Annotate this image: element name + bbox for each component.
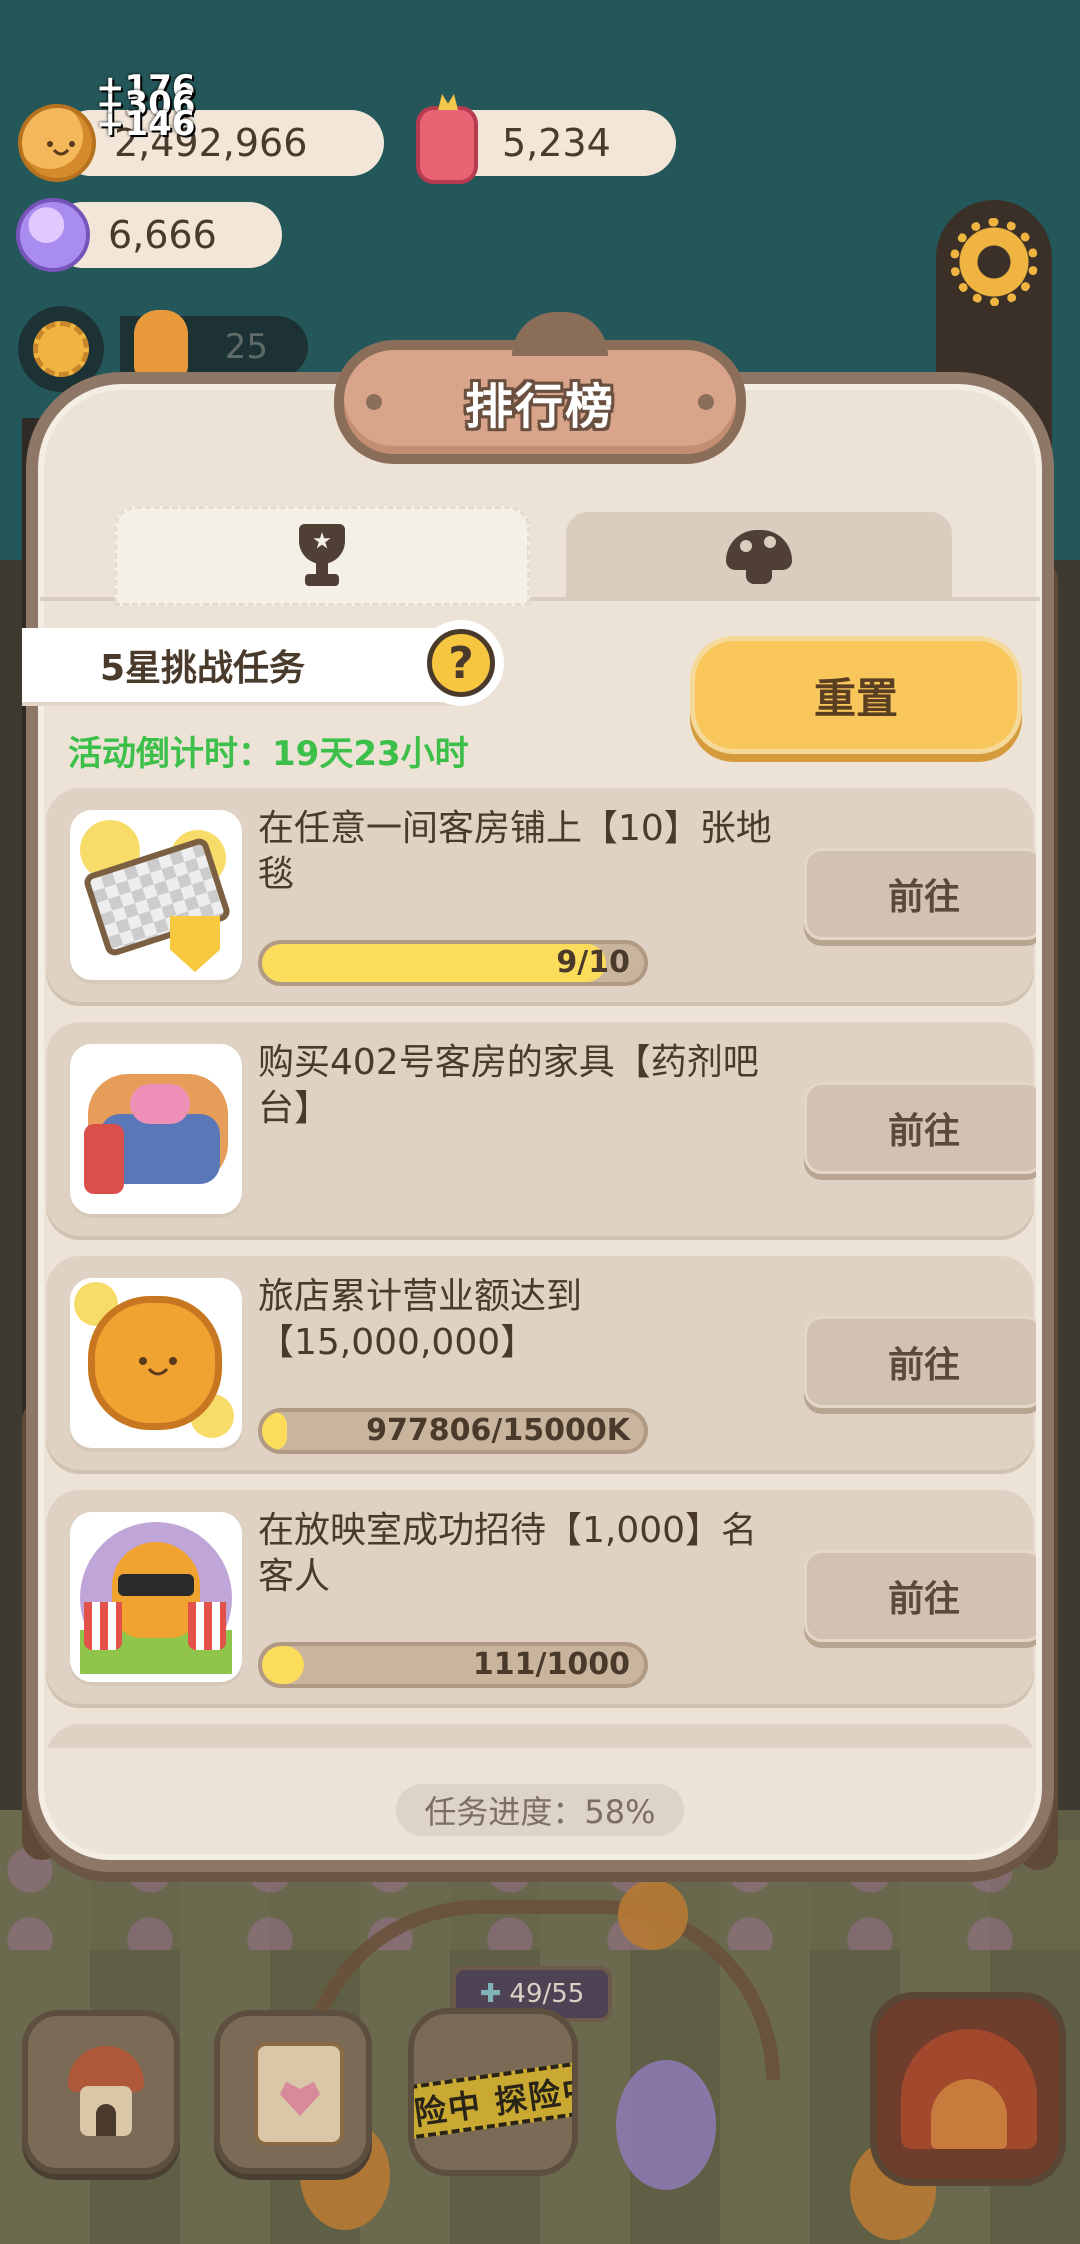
candy-icon [16,198,90,272]
notebook-icon [254,2042,344,2146]
task-progress-bar: 9/10 [258,940,648,986]
cake-icon [416,106,478,184]
task-progress-text: 977806/15000K [366,1413,630,1448]
task-title: 在放映室成功招待【1,000】名客人 [258,1510,758,1597]
question-mark-icon: ? [427,629,495,697]
task-title: 购买402号客房的家具【药剂吧台】 [258,1042,759,1129]
staff-icon [134,310,188,380]
task-progress-fill [262,1412,287,1450]
task-progress-fill [262,1646,305,1684]
plaque-rivet [366,394,382,410]
go-button[interactable]: 前往 [804,1550,1036,1642]
reset-button[interactable]: 重置 [690,636,1022,754]
modal-title-plaque: 排行榜 [334,312,746,464]
trophy-icon [287,524,357,588]
event-countdown: 活动倒计时：19天23小时 [68,734,469,774]
candy-amount: 6,666 [108,213,217,257]
challenge-title: 5星挑战任务 [100,648,306,689]
help-button[interactable]: ? [418,620,504,706]
sun-icon [33,321,89,377]
task-progress-text: 111/1000 [472,1647,630,1682]
go-button[interactable]: 前往 [804,1316,1036,1408]
gear-icon[interactable] [950,218,1038,306]
task-card: 在放映室成功招待【1,000】名客人 111/1000 前往 [46,1490,1036,1708]
mushroom-house-icon [68,2046,144,2142]
nav-theater-button[interactable] [870,1992,1066,2186]
task-card: 在任意一间客房铺上【10】张地毯 9/10 前往 [46,788,1036,1006]
staff-counter[interactable]: 25 [120,310,308,380]
go-button[interactable]: 前往 [804,1082,1036,1174]
coin-gain-text: +146 [96,104,196,144]
overall-task-progress: 任务进度：58% [396,1784,684,1836]
modal-title: 排行榜 [464,379,615,435]
plaque-rivet [698,394,714,410]
task-title: 在任意一间客房铺上【10】张地毯 [258,808,772,895]
plus-icon: ✚ [479,1979,502,2009]
nav-explore-button[interactable]: 险中 探险中 [408,2008,578,2176]
potion-bar-icon [70,1044,242,1214]
staff-count: 25 [224,327,268,367]
tab-mushroom[interactable] [566,512,952,600]
go-button[interactable]: 前往 [804,848,1036,940]
cinema-icon [70,1512,242,1682]
nav-home-button[interactable] [22,2010,180,2174]
nav-notebook-button[interactable] [214,2010,372,2174]
cookie-coin-icon [18,104,96,182]
task-title: 旅店累计营业额达到【15,000,000】 [258,1276,583,1363]
task-progress-text: 9/10 [556,945,630,980]
task-card: 购买402号客房的家具【药剂吧台】 前往 [46,1022,1036,1240]
task-progress-bar: 977806/15000K [258,1408,648,1454]
energy-amount: 49/55 [509,1979,585,2009]
coin-cookie-icon [70,1278,242,1448]
task-card: 旅店累计营业额达到【15,000,000】 977806/15000K 前往 [46,1256,1036,1474]
guest-character [618,1880,688,1950]
task-progress-fill [262,944,606,982]
task-card-partial [46,1724,1034,1748]
guest-character [616,2060,716,2190]
task-progress-bar: 111/1000 [258,1642,648,1688]
tab-trophy[interactable] [114,506,530,606]
mushroom-icon [724,526,794,586]
cake-amount: 5,234 [502,121,611,165]
exploring-banner: 险中 探险中 [414,2057,572,2141]
task-list[interactable]: 在任意一间客房铺上【10】张地毯 9/10 前往 购买402号客房的家具【药剂吧… [46,788,1036,1748]
rug-icon [70,810,242,980]
